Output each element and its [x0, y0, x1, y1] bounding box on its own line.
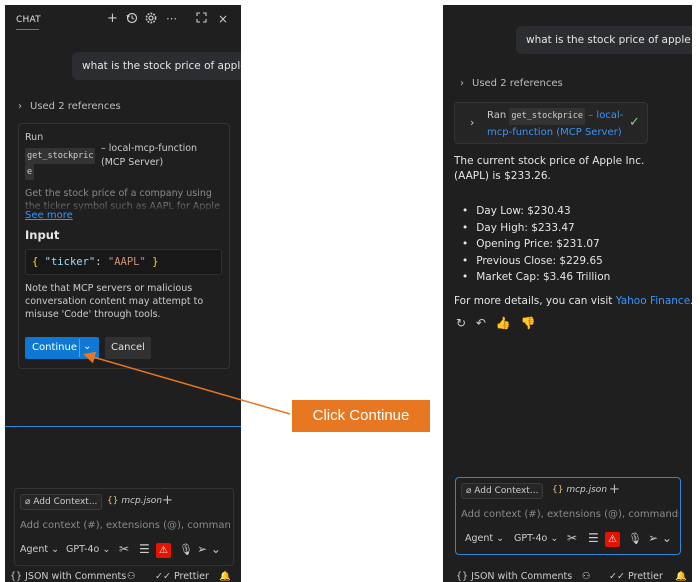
- annotation-arrow: [83, 351, 291, 415]
- annotation-label: Click Continue: [292, 400, 430, 432]
